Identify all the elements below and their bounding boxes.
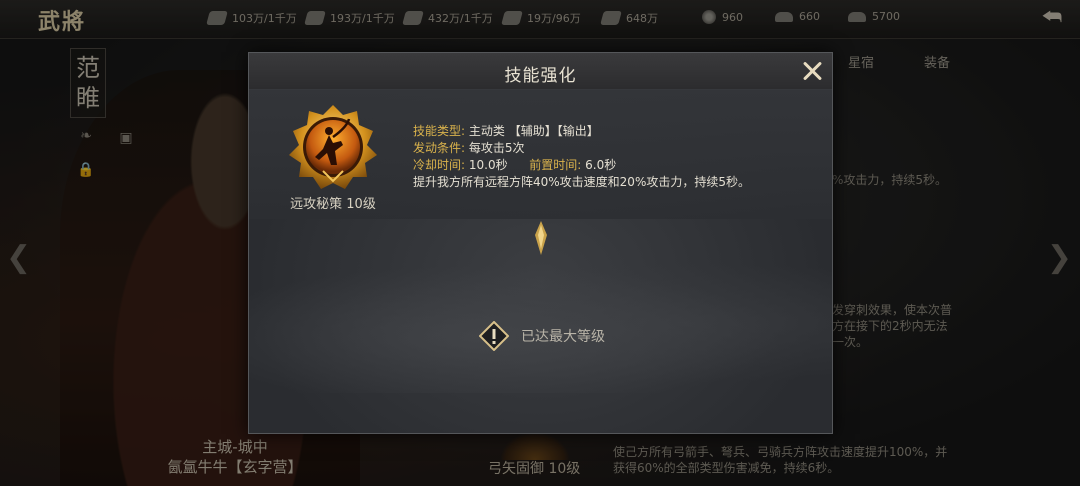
dialog-header: 技能强化 (249, 53, 832, 90)
dialog-title: 技能强化 (504, 66, 577, 86)
skill-upgrade-dialog: 技能强化 远攻秘策 10级 技能类型: 主动类 【辅助】【输出】 发动条件: 每… (248, 52, 833, 434)
skill-type-row: 技能类型: 主动类 【辅助】【输出】 (413, 123, 750, 140)
skill-info-panel: 远攻秘策 10级 技能类型: 主动类 【辅助】【输出】 发动条件: 每攻击5次 … (249, 89, 832, 219)
cooldown-value: 10.0秒 (468, 158, 508, 172)
skill-name-level: 远攻秘策 10级 (290, 197, 376, 212)
trigger-row: 发动条件: 每攻击5次 (413, 140, 750, 157)
precast-value: 6.0秒 (585, 158, 617, 172)
skill-details: 技能类型: 主动类 【辅助】【输出】 发动条件: 每攻击5次 冷却时间: 10.… (413, 123, 750, 191)
trigger-label: 发动条件: (413, 141, 466, 155)
warning-icon (479, 321, 509, 351)
close-icon[interactable] (798, 57, 826, 85)
trigger-value: 每攻击5次 (468, 141, 525, 155)
max-level-text: 已达最大等级 (521, 329, 605, 345)
skill-description: 提升我方所有远程方阵40%攻击速度和20%攻击力，持续5秒。 (413, 175, 750, 189)
upgrade-arrow-icon (535, 221, 547, 255)
skill-type-value: 主动类 【辅助】【输出】 (468, 124, 599, 138)
cooldown-label: 冷却时间: (413, 158, 466, 172)
precast-label: 前置时间: (529, 158, 582, 172)
max-level-notice: 已达最大等级 (479, 321, 605, 351)
skill-badge-icon (289, 105, 377, 189)
skill-type-label: 技能类型: (413, 124, 466, 138)
timing-row: 冷却时间: 10.0秒 前置时间: 6.0秒 (413, 157, 750, 174)
